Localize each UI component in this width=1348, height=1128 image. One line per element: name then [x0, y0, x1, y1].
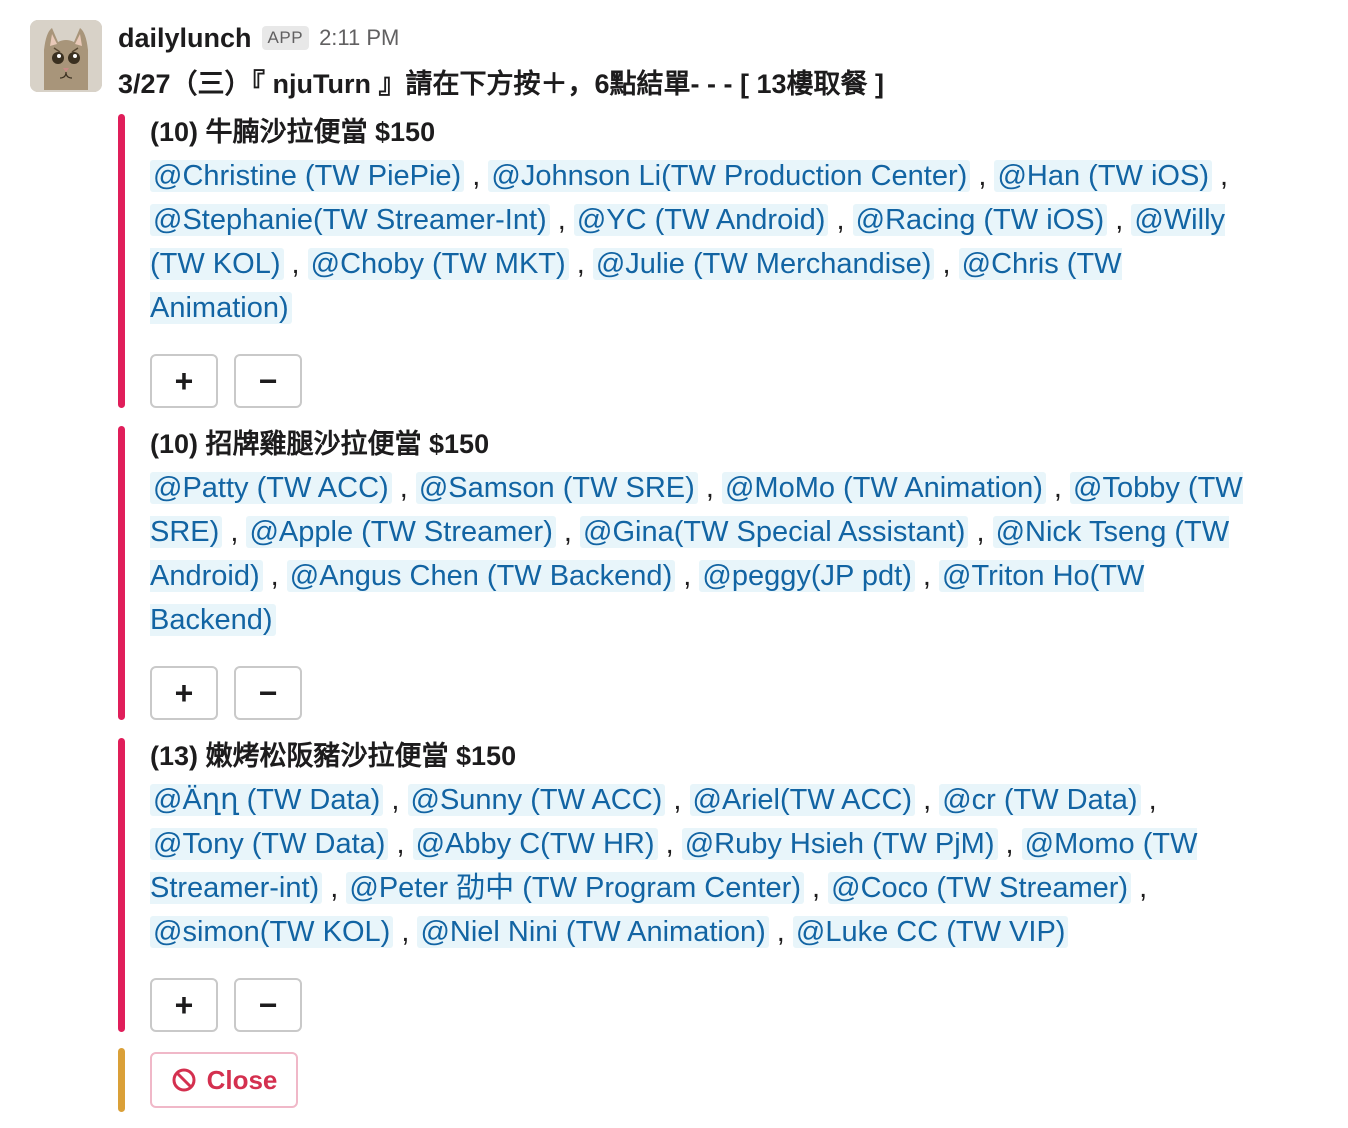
mention-link[interactable]: @Luke CC (TW VIP): [792, 916, 1069, 948]
mention-separator: ,: [970, 160, 995, 192]
mention-separator: ,: [997, 828, 1022, 860]
mention-separator: ,: [968, 516, 993, 548]
mention-separator: ,: [222, 516, 247, 548]
mention-separator: ,: [549, 204, 574, 236]
plus-button[interactable]: +: [150, 354, 218, 408]
mention-separator: ,: [322, 872, 347, 904]
mention-separator: ,: [1107, 204, 1132, 236]
mention-link[interactable]: @Äղղ (TW Data): [150, 784, 384, 816]
mention-link[interactable]: @Abby C(TW HR): [412, 828, 658, 860]
vote-button-row: + −: [150, 666, 302, 720]
mention-separator: ,: [568, 248, 593, 280]
avatar[interactable]: [30, 20, 102, 92]
mention-list: @Christine (TW PiePie) , @Johnson Li(TW …: [150, 154, 1258, 330]
minus-button[interactable]: −: [234, 354, 302, 408]
mention-separator: ,: [697, 472, 722, 504]
attachment-pork-salad: (13) 嫩烤松阪豬沙拉便當 $150 @Äղղ (TW Data) , @Su…: [118, 738, 1258, 1032]
mention-link[interactable]: @Sunny (TW ACC): [407, 784, 666, 816]
mention-link[interactable]: @simon(TW KOL): [150, 916, 394, 948]
mention-link[interactable]: @Han (TW iOS): [994, 160, 1212, 192]
mention-link[interactable]: @Stephanie(TW Streamer-Int): [150, 204, 550, 236]
mention-link[interactable]: @Racing (TW iOS): [852, 204, 1108, 236]
mention-separator: ,: [768, 916, 793, 948]
mention-list: @Patty (TW ACC) , @Samson (TW SRE) , @Mo…: [150, 466, 1258, 642]
mention-separator: ,: [393, 916, 418, 948]
mention-separator: ,: [657, 828, 682, 860]
mention-separator: ,: [464, 160, 489, 192]
attachment-color-bar: [118, 426, 125, 720]
close-button[interactable]: Close: [150, 1052, 298, 1108]
attachment-color-bar: [118, 114, 125, 408]
mention-link[interactable]: @Peter 劭中 (TW Program Center): [346, 872, 804, 904]
username[interactable]: dailylunch: [118, 23, 252, 54]
mention-separator: ,: [391, 472, 416, 504]
message-header: dailylunch APP 2:11 PM: [118, 18, 399, 58]
app-badge: APP: [261, 26, 310, 50]
mention-link[interactable]: @Samson (TW SRE): [415, 472, 698, 504]
mention-link[interactable]: @Patty (TW ACC): [150, 472, 392, 504]
mention-separator: ,: [914, 560, 940, 592]
vote-button-row: + −: [150, 354, 302, 408]
mention-separator: ,: [555, 516, 581, 548]
attachment-title: (10) 牛腩沙拉便當 $150: [150, 117, 436, 147]
vote-button-row: + −: [150, 978, 302, 1032]
attachment-title: (10) 招牌雞腿沙拉便當 $150: [150, 429, 490, 459]
cat-avatar-icon: [30, 20, 102, 92]
plus-button[interactable]: +: [150, 978, 218, 1032]
mention-link[interactable]: @Johnson Li(TW Production Center): [488, 160, 971, 192]
mention-separator: ,: [675, 560, 700, 592]
mention-link[interactable]: @Angus Chen (TW Backend): [286, 560, 676, 592]
mention-separator: ,: [283, 248, 308, 280]
mention-separator: ,: [388, 828, 413, 860]
mention-list: @Äղղ (TW Data) , @Sunny (TW ACC) , @Arie…: [150, 778, 1258, 954]
mention-separator: ,: [804, 872, 829, 904]
mention-separator: ,: [262, 560, 287, 592]
mention-link[interactable]: @cr (TW Data): [939, 784, 1141, 816]
mention-link[interactable]: @Christine (TW PiePie): [150, 160, 465, 192]
close-label: Close: [206, 1064, 278, 1095]
attachment-color-bar: [118, 738, 125, 1032]
message-text: 3/27（三）『 njuTurn 』請在下方按＋，6點結單- - - [ 13樓…: [118, 69, 885, 99]
mention-link[interactable]: @MoMo (TW Animation): [721, 472, 1046, 504]
minus-button[interactable]: −: [234, 978, 302, 1032]
timestamp[interactable]: 2:11 PM: [319, 25, 399, 51]
mention-separator: ,: [915, 784, 940, 816]
mention-separator: ,: [1211, 160, 1229, 192]
attachment-chicken-salad: (10) 招牌雞腿沙拉便當 $150 @Patty (TW ACC) , @Sa…: [118, 426, 1258, 720]
mention-link[interactable]: @Ruby Hsieh (TW PjM): [681, 828, 998, 860]
attachment-beef-salad: (10) 牛腩沙拉便當 $150 @Christine (TW PiePie) …: [118, 114, 1258, 408]
mention-link[interactable]: @Coco (TW Streamer): [828, 872, 1132, 904]
mention-link[interactable]: @Tony (TW Data): [150, 828, 389, 860]
mention-separator: ,: [1131, 872, 1148, 904]
attachment-title: (13) 嫩烤松阪豬沙拉便當 $150: [150, 741, 517, 771]
minus-button[interactable]: −: [234, 666, 302, 720]
mention-link[interactable]: @Choby (TW MKT): [307, 248, 569, 280]
mention-separator: ,: [828, 204, 853, 236]
mention-link[interactable]: @Julie (TW Merchandise): [592, 248, 935, 280]
mention-separator: ,: [1045, 472, 1071, 504]
mention-link[interactable]: @Apple (TW Streamer): [246, 516, 556, 548]
mention-separator: ,: [934, 248, 959, 280]
close-attachment: Close: [118, 1048, 418, 1112]
mention-link[interactable]: @Gina(TW Special Assistant): [580, 516, 969, 548]
mention-link[interactable]: @Ariel(TW ACC): [689, 784, 916, 816]
mention-separator: ,: [1140, 784, 1157, 816]
close-color-bar: [118, 1048, 125, 1112]
mention-separator: ,: [383, 784, 408, 816]
plus-button[interactable]: +: [150, 666, 218, 720]
no-entry-icon: [172, 1068, 196, 1092]
mention-link[interactable]: @YC (TW Android): [573, 204, 829, 236]
mention-link[interactable]: @peggy(JP pdt): [699, 560, 915, 592]
mention-link[interactable]: @Niel Nini (TW Animation): [417, 916, 769, 948]
mention-separator: ,: [665, 784, 690, 816]
